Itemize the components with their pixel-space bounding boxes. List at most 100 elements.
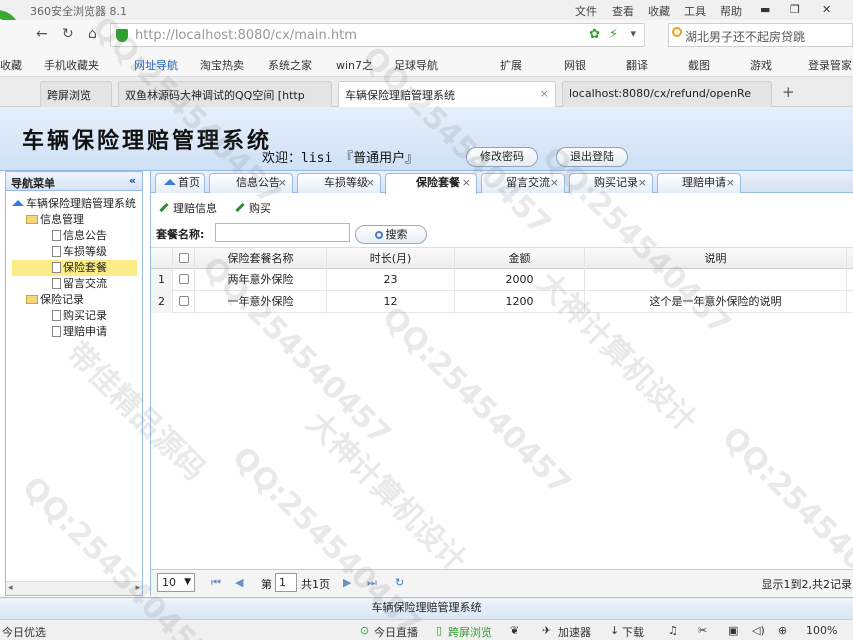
bookmark-favorites[interactable]: 收藏 (0, 57, 22, 73)
bookmark-translate[interactable]: 翻译 (626, 57, 648, 73)
back-icon[interactable]: ← (36, 26, 48, 42)
close-icon[interactable]: × (726, 174, 735, 192)
menu-view[interactable]: 查看 (612, 3, 634, 19)
last-page-icon[interactable]: ⏭ (367, 576, 377, 590)
window-icon[interactable]: ▣ (728, 624, 738, 637)
select-all-checkbox[interactable] (173, 248, 195, 270)
table-row[interactable]: 2 一年意外保险 12 1200 这个是一年意外保险的说明 (151, 291, 853, 313)
zoom-level[interactable]: 100% (806, 624, 837, 637)
first-page-icon[interactable]: ⏮ (211, 576, 221, 590)
browser-tab-refund[interactable]: localhost:8080/cx/refund/openRe (562, 81, 772, 107)
col-months[interactable]: 时长(月) (327, 248, 455, 270)
status-download[interactable]: 下载 (622, 624, 644, 640)
row-checkbox[interactable] (173, 291, 195, 313)
page-size-select[interactable]: 10 ▼ (157, 573, 195, 592)
change-password-button[interactable]: 修改密码 (466, 147, 538, 167)
tab-purchase[interactable]: 购买记录 × (569, 173, 653, 193)
url-input[interactable]: http://localhost:8080/cx/main.htm ✿ ⚡ ▾ (110, 23, 645, 47)
system-title: 车辆保险理赔管理系统 (22, 128, 273, 154)
tree-item-claim[interactable]: 理赔申请 (52, 324, 107, 340)
row-checkbox[interactable] (173, 269, 195, 291)
speaker-icon[interactable]: ◁) (752, 624, 765, 637)
reload-icon[interactable]: ↻ (395, 576, 404, 589)
close-icon[interactable]: × (462, 174, 471, 192)
col-amount[interactable]: 金额 (455, 248, 585, 270)
col-package-name[interactable]: 保险套餐名称 (195, 248, 327, 270)
next-page-icon[interactable]: ▶ (343, 576, 351, 589)
close-tab-icon[interactable]: × (540, 87, 549, 100)
bookmark-syshome[interactable]: 系统之家 (268, 57, 312, 73)
live-icon: ⊙ (360, 624, 370, 637)
table-row[interactable]: 1 两年意外保险 23 2000 (151, 269, 853, 291)
bookmark-nav[interactable]: 网址导航 (134, 57, 178, 73)
menu-file[interactable]: 文件 (575, 3, 597, 19)
bookmark-football[interactable]: 足球导航 (394, 57, 438, 73)
browser-tab-crossscreen[interactable]: 跨屏浏览 (40, 81, 112, 107)
scroll-right-icon[interactable]: ▸ (135, 583, 140, 593)
phone-icon: ▯ (436, 624, 443, 637)
tree-group-records[interactable]: 保险记录 (26, 292, 84, 308)
refresh-icon[interactable]: ↻ (62, 26, 74, 42)
content-tabs: 首页 信息公告 × 车损等级 × 保险套餐 × 留言交流 × 购买记录 × 理赔申请 × (151, 171, 853, 194)
bolt-icon[interactable]: ⚡ (609, 27, 618, 42)
bookmark-games[interactable]: 游戏 (750, 57, 772, 73)
scissors-icon[interactable]: ✂ (698, 624, 707, 637)
tab-home[interactable]: 首页 (155, 173, 205, 193)
file-icon (52, 262, 61, 273)
bookmark-extend[interactable]: 扩展 (500, 57, 522, 73)
prev-page-icon[interactable]: ◀ (235, 576, 243, 589)
tree-item-damage-level[interactable]: 车损等级 (52, 244, 107, 260)
status-accelerator[interactable]: 加速器 (558, 624, 591, 640)
browser-tab-active[interactable]: 车辆保险理赔管理系统 × (338, 81, 556, 108)
bell-icon[interactable]: ♫ (668, 624, 678, 637)
tree-item-package[interactable]: 保险套餐 (12, 260, 137, 276)
green-gear-icon[interactable]: ✿ (589, 27, 600, 42)
nav-scrollbar[interactable]: ◂ ▸ (6, 581, 142, 595)
bookmark-taobao[interactable]: 淘宝热卖 (200, 57, 244, 73)
tab-message[interactable]: 留言交流 × (481, 173, 565, 193)
tree-item-message[interactable]: 留言交流 (52, 276, 107, 292)
logout-button[interactable]: 退出登陆 (556, 147, 628, 167)
close-icon[interactable]: × (638, 174, 647, 192)
leaf-icon[interactable]: ❦ (510, 624, 519, 637)
tree-item-purchase[interactable]: 购买记录 (52, 308, 107, 324)
bookmark-win7[interactable]: win7之 (336, 57, 373, 73)
status-live[interactable]: 今日直播 (374, 624, 418, 640)
close-window-icon[interactable]: ✕ (822, 3, 831, 16)
bookmark-screenshot[interactable]: 截图 (688, 57, 710, 73)
page-number-input[interactable]: 1 (275, 573, 297, 592)
package-name-input[interactable] (215, 223, 350, 242)
new-tab-icon[interactable]: + (782, 83, 795, 101)
nav-panel-header: 导航菜单 « (6, 172, 142, 191)
status-left[interactable]: 今日优选 (2, 624, 46, 640)
menu-favorites[interactable]: 收藏 (648, 3, 670, 19)
buy-button[interactable]: 购买 (235, 200, 271, 216)
claim-info-button[interactable]: 理赔信息 (159, 200, 217, 216)
close-icon[interactable]: × (278, 174, 287, 192)
tree-root[interactable]: 车辆保险理赔管理系统 (12, 196, 136, 212)
bookmark-mobile[interactable]: 手机收藏夹 (44, 57, 99, 73)
browser-tab-qq[interactable]: 双鱼林源码大神调试的QQ空间 [http (118, 81, 332, 107)
menu-help[interactable]: 帮助 (720, 3, 742, 19)
bookmark-bank[interactable]: 网银 (564, 57, 586, 73)
search-input[interactable]: 湖北男子还不起房贷跳 (668, 23, 853, 47)
menu-tools[interactable]: 工具 (684, 3, 706, 19)
tab-damage-level[interactable]: 车损等级 × (297, 173, 381, 193)
scroll-left-icon[interactable]: ◂ (8, 583, 13, 593)
chevron-down-icon[interactable]: ▾ (630, 27, 636, 40)
tree-item-notice[interactable]: 信息公告 (52, 228, 107, 244)
close-icon[interactable]: × (550, 174, 559, 192)
search-button[interactable]: 搜索 (355, 225, 427, 244)
bookmark-login[interactable]: 登录管家 (808, 57, 852, 73)
home-icon[interactable]: ⌂ (88, 26, 97, 42)
status-crossscreen[interactable]: 跨屏浏览 (448, 624, 492, 640)
tab-notice[interactable]: 信息公告 × (209, 173, 293, 193)
collapse-icon[interactable]: « (129, 174, 136, 187)
maximize-icon[interactable]: ❐ (790, 3, 800, 16)
tree-group-info[interactable]: 信息管理 (26, 212, 84, 228)
col-description[interactable]: 说明 (585, 248, 847, 270)
tab-claim[interactable]: 理赔申请 × (657, 173, 741, 193)
close-icon[interactable]: × (366, 174, 375, 192)
minimize-icon[interactable]: ▬ (760, 3, 770, 16)
tab-package[interactable]: 保险套餐 × (385, 173, 477, 194)
